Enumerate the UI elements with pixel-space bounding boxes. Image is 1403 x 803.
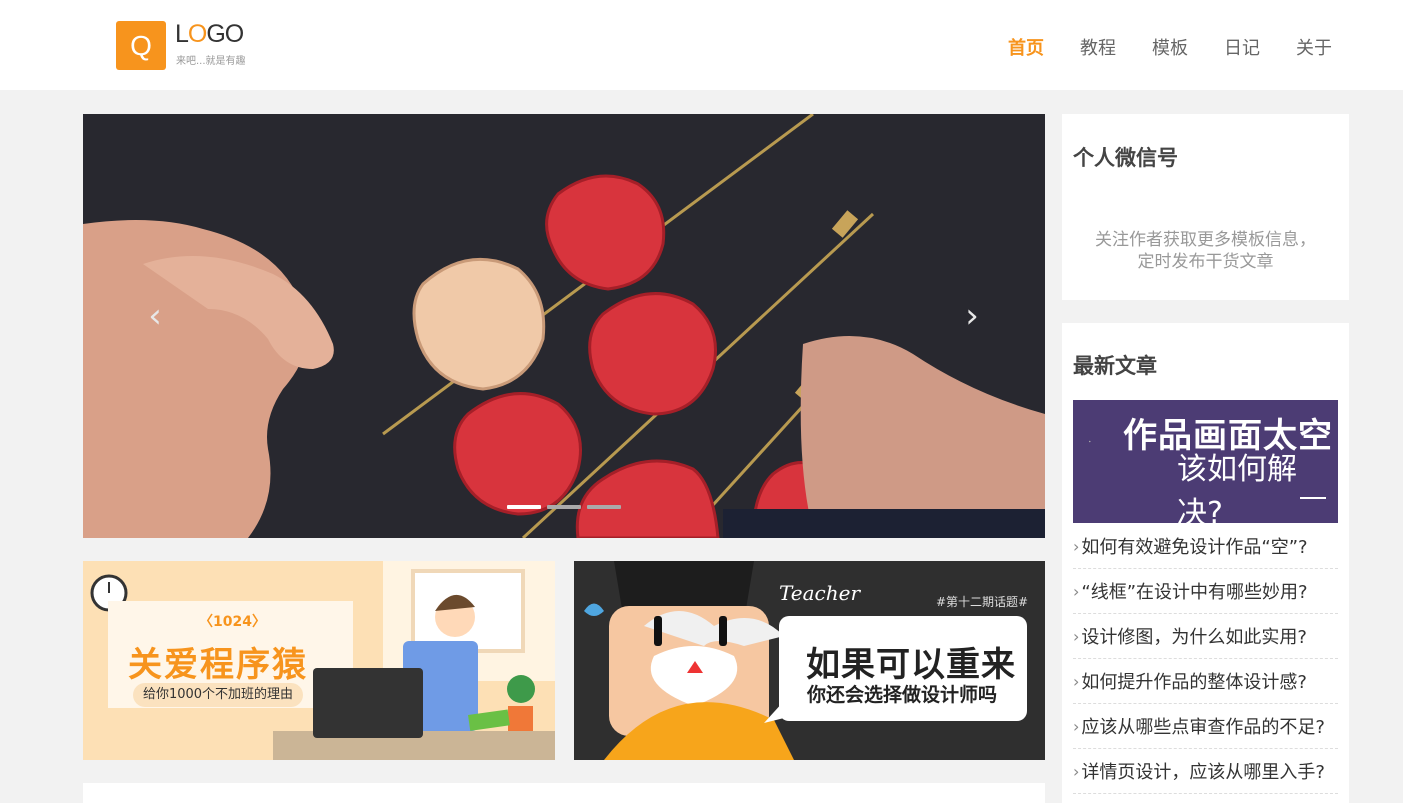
banner-subtitle: 你还会选择做设计师吗 xyxy=(807,684,998,706)
banner-title: 如果可以重来 xyxy=(806,645,1016,685)
chevron-right-icon: › xyxy=(1073,761,1080,781)
chevron-right-icon: › xyxy=(1073,671,1080,691)
chevron-right-icon: › xyxy=(1073,716,1080,736)
nav-item-home[interactable]: 首页 xyxy=(1008,34,1044,60)
article-title: 应该从哪些点审查作品的不足? xyxy=(1081,717,1325,738)
carousel-next-icon[interactable]: › xyxy=(957,299,987,333)
article-link[interactable]: › 如何提升作品的整体设计感? xyxy=(1073,659,1338,704)
article-title: 如何提升作品的整体设计感? xyxy=(1081,672,1307,693)
article-title: 详情页设计，应该从哪里入手? xyxy=(1081,762,1325,783)
wechat-widget: 个人微信号 关注作者获取更多模板信息，定时发布干货文章 xyxy=(1062,114,1349,300)
article-link[interactable]: › 应该从哪些点审查作品的不足? xyxy=(1073,704,1338,749)
article-link[interactable]: › 详情页设计，应该从哪里入手? xyxy=(1073,749,1338,794)
main-nav: 首页 教程 模板 日记 关于 xyxy=(1008,34,1332,60)
banner-programmer[interactable]: 〈1024〉 关爱程序猿 给你1000个不加班的理由 xyxy=(83,561,555,760)
chevron-right-icon: › xyxy=(1073,536,1080,556)
carousel-dot[interactable] xyxy=(587,505,621,509)
latest-articles-widget: 最新文章 • 作品画面太空 该如何解决? › 如何有效避免设计作品“空”? › “线… xyxy=(1062,323,1349,803)
thumbnail-divider xyxy=(1300,497,1326,499)
nav-item-templates[interactable]: 模板 xyxy=(1152,34,1188,60)
featured-article-thumbnail[interactable]: • 作品画面太空 该如何解决? xyxy=(1073,400,1338,523)
banner-word: Teacher xyxy=(779,581,861,605)
nav-item-diary[interactable]: 日记 xyxy=(1224,34,1260,60)
banner-badge: 〈1024〉 xyxy=(199,614,266,630)
carousel-dot[interactable] xyxy=(547,505,581,509)
nav-item-tutorials[interactable]: 教程 xyxy=(1080,34,1116,60)
logo-wordmark-part: L xyxy=(175,20,189,48)
banner-teacher[interactable]: Teacher #第十二期话题# 如果可以重来 你还会选择做设计师吗 xyxy=(574,561,1045,760)
widget-title: 最新文章 xyxy=(1073,354,1157,378)
banner-subtitle: 给你1000个不加班的理由 xyxy=(133,683,303,707)
carousel-indicators xyxy=(507,505,621,509)
article-link[interactable]: › 设计修图，为什么如此实用? xyxy=(1073,614,1338,659)
nav-item-about[interactable]: 关于 xyxy=(1296,34,1332,60)
article-title: 设计修图，为什么如此实用? xyxy=(1081,627,1307,648)
carousel-dot[interactable] xyxy=(507,505,541,509)
article-title: “线框”在设计中有哪些妙用? xyxy=(1081,582,1308,603)
logo-wordmark-part: O xyxy=(187,20,207,48)
thumbnail-decoration: • xyxy=(1086,440,1092,443)
chevron-right-icon: › xyxy=(1073,626,1080,646)
logo-icon[interactable]: Q xyxy=(116,21,166,70)
logo-wordmark-part: GO xyxy=(206,20,244,48)
banner-title: 关爱程序猿 xyxy=(128,645,308,685)
content-card xyxy=(83,783,1045,803)
logo-wordmark[interactable]: LOGO xyxy=(175,20,244,49)
article-link[interactable]: › 如何有效避免设计作品“空”? xyxy=(1073,524,1338,569)
chevron-right-icon: › xyxy=(1073,581,1080,601)
widget-title: 个人微信号 xyxy=(1073,146,1178,170)
banner-tag: #第十二期话题# xyxy=(936,595,1029,609)
logo-tagline: 来吧...就是有趣 xyxy=(176,56,246,67)
article-title: 如何有效避免设计作品“空”? xyxy=(1081,537,1308,558)
site-header: Q LOGO 来吧...就是有趣 首页 教程 模板 日记 关于 xyxy=(0,0,1403,90)
logo-letter: Q xyxy=(130,29,152,61)
wechat-description: 关注作者获取更多模板信息，定时发布干货文章 xyxy=(1095,230,1316,272)
article-list: › 如何有效避免设计作品“空”? › “线框”在设计中有哪些妙用? › 设计修图，为什… xyxy=(1073,524,1338,794)
hero-carousel[interactable] xyxy=(83,114,1045,538)
article-link[interactable]: › “线框”在设计中有哪些妙用? xyxy=(1073,569,1338,614)
thumbnail-subtitle: 该如何解决? xyxy=(1177,452,1297,523)
hero-carousel-image xyxy=(83,114,1045,538)
carousel-prev-icon[interactable]: ‹ xyxy=(140,299,170,333)
